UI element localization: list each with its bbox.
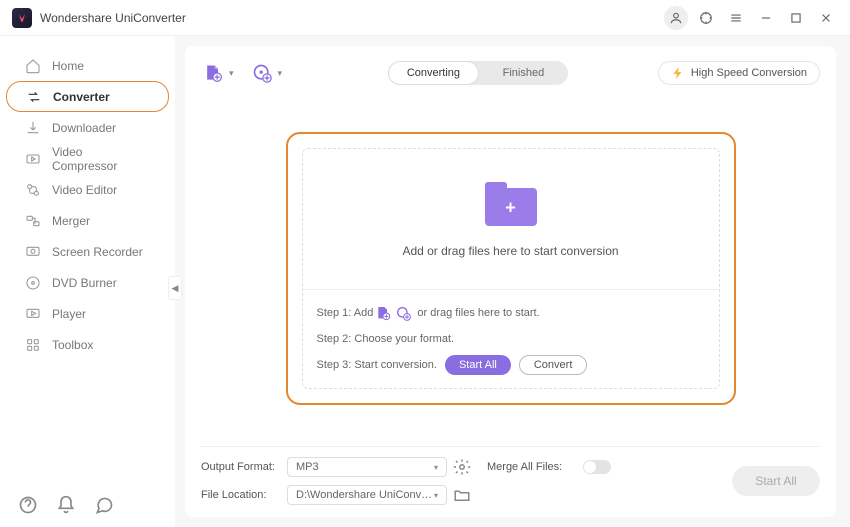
close-button[interactable] bbox=[814, 6, 838, 30]
sidebar-collapse-button[interactable]: ◀ bbox=[168, 276, 182, 300]
sidebar-item-recorder[interactable]: Screen Recorder bbox=[6, 236, 169, 267]
dropzone[interactable]: + Add or drag files here to start conver… bbox=[302, 148, 720, 389]
dropzone-highlight: + Add or drag files here to start conver… bbox=[286, 132, 736, 405]
feedback-icon[interactable] bbox=[94, 495, 114, 515]
step3-prefix: Step 3: Start conversion. bbox=[317, 359, 437, 371]
start-all-button[interactable]: Start All bbox=[732, 466, 820, 496]
sidebar-item-label: Toolbox bbox=[52, 338, 93, 352]
sidebar-item-home[interactable]: Home bbox=[6, 50, 169, 81]
main-panel: ▾ ▾ Converting Finished High Speed Conve… bbox=[185, 46, 836, 517]
menu-icon[interactable] bbox=[724, 6, 748, 30]
sidebar-item-label: Video Editor bbox=[52, 183, 117, 197]
maximize-button[interactable] bbox=[784, 6, 808, 30]
output-format-select[interactable]: MP3 ▾ bbox=[287, 457, 447, 477]
sidebar-item-dvd[interactable]: DVD Burner bbox=[6, 267, 169, 298]
player-icon bbox=[24, 305, 42, 323]
app-logo bbox=[12, 8, 32, 28]
add-file-dropdown[interactable]: ▾ bbox=[229, 68, 234, 79]
open-folder-icon[interactable] bbox=[453, 486, 471, 504]
sidebar-item-label: DVD Burner bbox=[52, 276, 117, 290]
home-icon bbox=[24, 57, 42, 75]
help-icon[interactable] bbox=[18, 495, 38, 515]
file-location-value: D:\Wondershare UniConverter bbox=[296, 489, 434, 501]
app-title: Wondershare UniConverter bbox=[40, 11, 186, 25]
dropzone-text: Add or drag files here to start conversi… bbox=[402, 244, 618, 258]
step1-prefix: Step 1: Add bbox=[317, 307, 374, 319]
step1-suffix: or drag files here to start. bbox=[417, 307, 539, 319]
step2-text: Step 2: Choose your format. bbox=[317, 333, 455, 345]
convert-example-button[interactable]: Convert bbox=[519, 355, 588, 375]
file-location-label: File Location: bbox=[201, 489, 281, 501]
toolbox-icon bbox=[24, 336, 42, 354]
sidebar-item-label: Downloader bbox=[52, 121, 116, 135]
sidebar-item-label: Merger bbox=[52, 214, 90, 228]
format-settings-icon[interactable] bbox=[453, 458, 471, 476]
add-disc-button[interactable] bbox=[250, 61, 274, 85]
merger-icon bbox=[24, 212, 42, 230]
sidebar-item-compressor[interactable]: Video Compressor bbox=[6, 143, 169, 174]
converter-icon bbox=[25, 88, 43, 106]
account-icon[interactable] bbox=[664, 6, 688, 30]
sidebar-item-label: Home bbox=[52, 59, 84, 73]
start-all-example-button[interactable]: Start All bbox=[445, 355, 511, 375]
output-format-label: Output Format: bbox=[201, 461, 281, 473]
add-file-mini-icon bbox=[375, 305, 391, 321]
sidebar-item-downloader[interactable]: Downloader bbox=[6, 112, 169, 143]
compressor-icon bbox=[24, 150, 42, 168]
add-disc-dropdown[interactable]: ▾ bbox=[278, 68, 283, 79]
sidebar-item-player[interactable]: Player bbox=[6, 298, 169, 329]
sidebar-item-label: Converter bbox=[53, 90, 110, 104]
sidebar-item-converter[interactable]: Converter bbox=[6, 81, 169, 112]
sidebar-item-merger[interactable]: Merger bbox=[6, 205, 169, 236]
minimize-button[interactable] bbox=[754, 6, 778, 30]
add-file-button[interactable] bbox=[201, 61, 225, 85]
sidebar: Home Converter Downloader Video Compress… bbox=[0, 36, 175, 527]
titlebar: Wondershare UniConverter bbox=[0, 0, 850, 36]
sidebar-item-label: Player bbox=[52, 307, 86, 321]
merge-label: Merge All Files: bbox=[487, 461, 577, 473]
merge-toggle[interactable] bbox=[583, 460, 611, 474]
sidebar-item-toolbox[interactable]: Toolbox bbox=[6, 329, 169, 360]
output-format-value: MP3 bbox=[296, 461, 319, 473]
recorder-icon bbox=[24, 243, 42, 261]
sidebar-item-label: Screen Recorder bbox=[52, 245, 143, 259]
tab-converting[interactable]: Converting bbox=[388, 61, 479, 85]
folder-add-icon: + bbox=[481, 180, 541, 230]
high-speed-toggle[interactable]: High Speed Conversion bbox=[658, 61, 820, 85]
chevron-down-icon: ▾ bbox=[434, 463, 438, 472]
tab-finished[interactable]: Finished bbox=[479, 61, 568, 85]
editor-icon bbox=[24, 181, 42, 199]
sidebar-item-label: Video Compressor bbox=[52, 145, 151, 173]
notification-icon[interactable] bbox=[56, 495, 76, 515]
download-icon bbox=[24, 119, 42, 137]
dvd-icon bbox=[24, 274, 42, 292]
file-location-select[interactable]: D:\Wondershare UniConverter ▾ bbox=[287, 485, 447, 505]
status-tabs: Converting Finished bbox=[388, 61, 568, 85]
chevron-down-icon: ▾ bbox=[434, 491, 438, 500]
high-speed-label: High Speed Conversion bbox=[691, 67, 807, 79]
sidebar-item-editor[interactable]: Video Editor bbox=[6, 174, 169, 205]
add-disc-mini-icon bbox=[395, 305, 411, 321]
support-icon[interactable] bbox=[694, 6, 718, 30]
